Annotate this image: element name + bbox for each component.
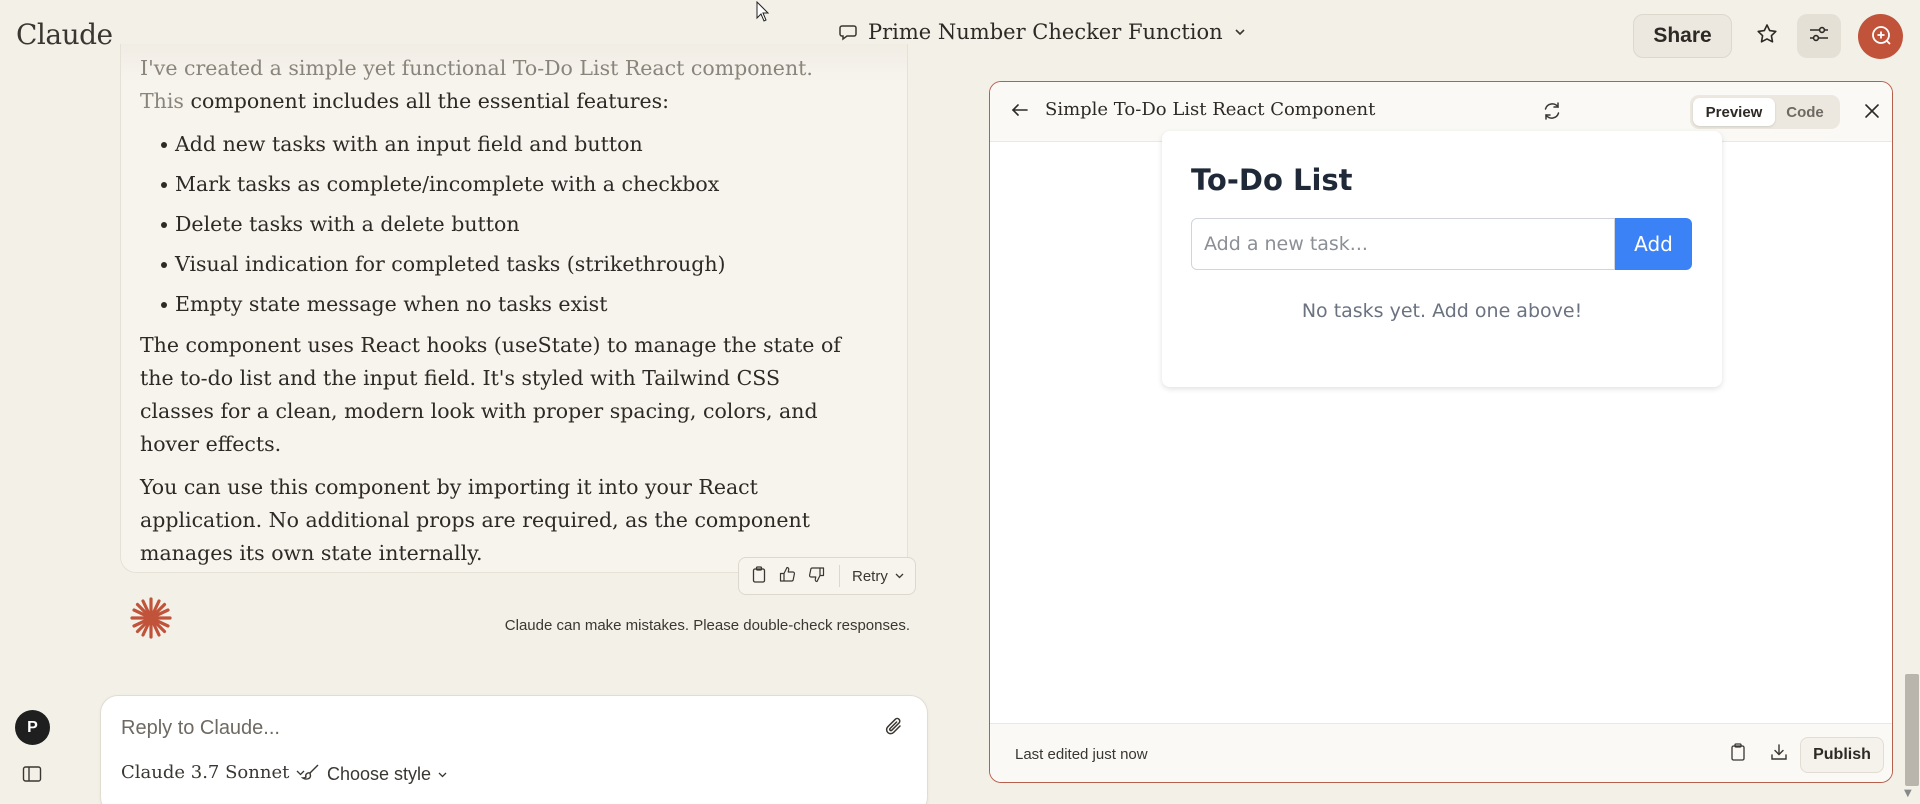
style-label: Choose style — [327, 764, 432, 784]
todo-card: To-Do List Add No tasks yet. Add one abo… — [1162, 131, 1722, 387]
share-button[interactable]: Share — [1633, 14, 1732, 58]
model-selector[interactable]: Claude 3.7 Sonnet — [121, 762, 306, 783]
copy-icon[interactable] — [1730, 743, 1746, 765]
message-paragraph: The component uses React hooks (useState… — [140, 333, 841, 456]
artifact-settings-button[interactable] — [1797, 14, 1841, 58]
list-item: Delete tasks with a delete button — [140, 208, 860, 241]
paperclip-icon[interactable] — [883, 716, 905, 742]
disclaimer-text: Claude can make mistakes. Please double-… — [504, 617, 910, 634]
back-arrow-icon[interactable] — [1010, 100, 1030, 124]
sidebar-toggle-icon[interactable] — [22, 765, 42, 787]
scroll-down-icon[interactable]: ▼ — [1904, 788, 1912, 799]
conversation-title-menu[interactable]: Prime Number Checker Function — [838, 20, 1247, 44]
claude-spark-icon — [128, 595, 174, 645]
copy-icon[interactable] — [751, 565, 767, 587]
download-icon[interactable] — [1770, 743, 1788, 765]
list-item: Visual indication for completed tasks (s… — [140, 248, 860, 281]
sliders-icon — [1807, 22, 1831, 50]
assistant-message: I've created a simple yet functional To-… — [140, 52, 860, 580]
add-task-button[interactable]: Add — [1615, 218, 1692, 270]
feature-list: Add new tasks with an input field and bu… — [140, 128, 860, 321]
claude-logo[interactable]: Claude — [16, 18, 113, 51]
artifact-preview: To-Do List Add No tasks yet. Add one abo… — [990, 131, 1892, 723]
new-task-input[interactable] — [1191, 218, 1615, 270]
publish-button[interactable]: Publish — [1800, 737, 1884, 773]
last-edited-text: Last edited just now — [1015, 746, 1148, 763]
artifact-title: Simple To-Do List React Component — [1045, 99, 1376, 120]
star-button[interactable] — [1745, 14, 1789, 58]
tab-preview[interactable]: Preview — [1693, 98, 1775, 126]
view-toggle: Preview Code — [1690, 95, 1840, 129]
chevron-down-icon — [1233, 25, 1247, 39]
tab-code[interactable]: Code — [1775, 98, 1835, 126]
list-item: Empty state message when no tasks exist — [140, 288, 860, 321]
style-brush-icon — [300, 762, 321, 787]
message-actions: Retry — [738, 557, 916, 595]
divider — [839, 565, 840, 587]
message-intro: I've created a simple yet functional To-… — [140, 52, 860, 118]
retry-button[interactable]: Retry — [852, 568, 905, 585]
reply-input[interactable]: Reply to Claude... — [121, 717, 280, 740]
message-intro-rest: component includes all the essential fea… — [190, 89, 670, 113]
retry-label: Retry — [852, 567, 888, 585]
thumbs-down-icon[interactable] — [808, 566, 825, 587]
thumbs-up-icon[interactable] — [779, 566, 796, 587]
list-item: Mark tasks as complete/incomplete with a… — [140, 168, 860, 201]
list-item: Add new tasks with an input field and bu… — [140, 128, 860, 161]
chevron-down-icon — [437, 764, 448, 785]
user-avatar[interactable]: P — [15, 710, 50, 745]
conversation-title: Prime Number Checker Function — [868, 20, 1223, 44]
refresh-icon[interactable] — [1541, 100, 1563, 126]
artifact-footer: Last edited just now Publish — [990, 723, 1892, 782]
style-selector[interactable]: Choose style — [300, 762, 448, 787]
todo-heading: To-Do List — [1191, 163, 1353, 197]
scrollbar-thumb[interactable] — [1905, 674, 1919, 786]
reply-composer: Reply to Claude... Claude 3.7 Sonnet Cho… — [100, 695, 928, 804]
close-icon[interactable] — [1862, 101, 1882, 125]
new-chat-icon — [1869, 23, 1893, 51]
empty-state-message: No tasks yet. Add one above! — [1301, 300, 1583, 322]
model-label: Claude 3.7 Sonnet — [121, 762, 290, 783]
new-chat-button[interactable] — [1858, 14, 1903, 59]
star-icon — [1755, 22, 1779, 50]
chevron-down-icon — [894, 568, 905, 585]
message-paragraph: You can use this component by importing … — [140, 475, 810, 565]
mouse-cursor — [756, 0, 770, 27]
artifact-panel: Simple To-Do List React Component Previe… — [989, 81, 1893, 783]
chat-bubble-icon — [838, 22, 858, 42]
